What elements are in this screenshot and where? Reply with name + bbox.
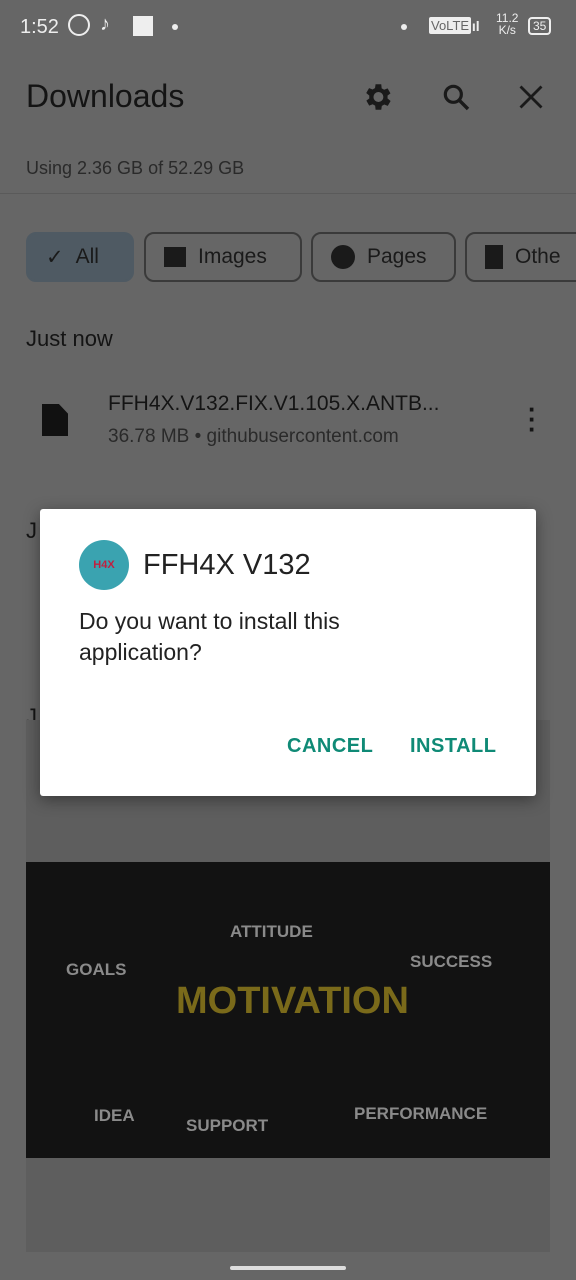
- file-icon: [485, 245, 503, 269]
- close-icon[interactable]: [517, 83, 545, 111]
- divider: [0, 193, 576, 194]
- filter-pages[interactable]: Pages: [311, 232, 456, 282]
- signal-icon: .ıl: [468, 18, 480, 34]
- dialog-message: Do you want to install this application?: [79, 608, 340, 665]
- tiktok-icon: ♪: [100, 13, 110, 35]
- filter-images[interactable]: Images: [144, 232, 302, 282]
- status-bar: 1:52 ♪ VoLTE .ıl 11.2 K/s 35: [0, 0, 576, 56]
- volte-badge: VoLTE: [429, 17, 472, 34]
- network-speed: 11.2 K/s: [496, 11, 519, 37]
- facebook-icon: [133, 16, 153, 36]
- more-icon[interactable]: ···: [528, 396, 537, 442]
- image-icon: [164, 247, 186, 267]
- file-name: FFH4X.V132.FIX.V1.105.X.ANTB...: [108, 392, 440, 415]
- globe-icon: [331, 245, 355, 269]
- file-icon: [42, 404, 68, 436]
- cancel-button[interactable]: CANCEL: [287, 735, 373, 758]
- check-icon: ✓: [46, 245, 64, 269]
- file-meta: 36.78 MB • githubusercontent.com: [108, 426, 399, 447]
- whatsapp-icon: [68, 14, 90, 36]
- gear-icon[interactable]: [360, 80, 394, 114]
- time: 1:52: [20, 16, 59, 38]
- download-item[interactable]: FFH4X.V132.FIX.V1.105.X.ANTB... 36.78 MB…: [0, 380, 576, 460]
- install-button[interactable]: INSTALL: [410, 735, 496, 758]
- search-icon[interactable]: [440, 81, 472, 113]
- dot-icon: [401, 24, 407, 30]
- filter-all[interactable]: ✓ All: [26, 232, 134, 282]
- page-title: Downloads: [26, 78, 185, 114]
- app-name: FFH4X V132: [143, 549, 311, 581]
- filter-other[interactable]: Othe: [465, 232, 576, 282]
- app-icon: H4X: [79, 540, 129, 590]
- dot-icon: [172, 24, 178, 30]
- storage-usage: Using 2.36 GB of 52.29 GB: [26, 158, 245, 178]
- home-indicator[interactable]: [230, 1266, 346, 1270]
- section-title: J: [26, 518, 37, 543]
- motivation-image: GOALS ATTITUDE SUCCESS MOTIVATION IDEA S…: [26, 862, 550, 1158]
- image-thumbnail[interactable]: GOALS ATTITUDE SUCCESS MOTIVATION IDEA S…: [26, 720, 550, 1252]
- battery-icon: 35: [528, 17, 552, 35]
- section-title: Just now: [26, 326, 113, 351]
- install-dialog: H4X FFH4X V132 Do you want to install th…: [40, 509, 536, 796]
